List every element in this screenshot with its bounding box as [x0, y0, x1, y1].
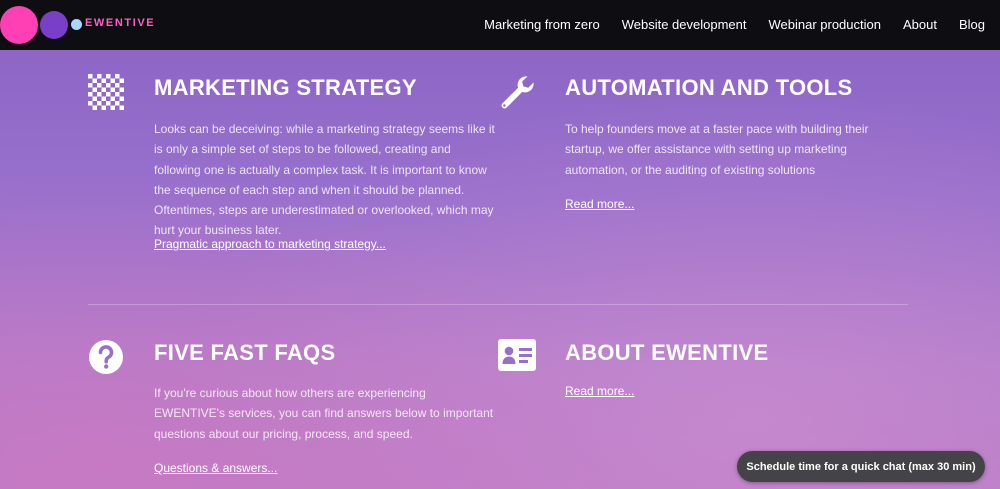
- main-nav: Marketing from zero Website development …: [462, 17, 985, 32]
- section-title-automation-tools: AUTOMATION AND TOOLS: [565, 75, 853, 100]
- section-title-marketing-strategy: MARKETING STRATEGY: [154, 75, 417, 100]
- nav-website-development[interactable]: Website development: [622, 17, 747, 32]
- id-card-icon: [498, 339, 536, 371]
- schedule-chat-button[interactable]: Schedule time for a quick chat (max 30 m…: [737, 451, 985, 482]
- site-header: EWENTIVE Marketing from zero Website dev…: [0, 0, 1000, 50]
- section-body-automation-tools: To help founders move at a faster pace w…: [565, 122, 869, 177]
- section-body-marketing-strategy: Looks can be deceiving: while a marketin…: [154, 122, 495, 238]
- nav-blog[interactable]: Blog: [959, 17, 985, 32]
- logo-pink-circle[interactable]: [0, 6, 38, 44]
- checkerboard-icon: [88, 74, 124, 110]
- section-divider: [88, 304, 908, 305]
- question-circle-icon: [89, 340, 123, 374]
- section-body-five-fast-faqs: If you're curious about how others are e…: [154, 386, 494, 441]
- wrench-icon: [501, 76, 534, 109]
- nav-about[interactable]: About: [903, 17, 937, 32]
- nav-marketing-from-zero[interactable]: Marketing from zero: [484, 17, 600, 32]
- logo-text[interactable]: EWENTIVE: [85, 17, 155, 29]
- section-title-about-ewentive: ABOUT EWENTIVE: [565, 340, 769, 365]
- logo-blue-dot[interactable]: [71, 19, 82, 30]
- link-automation-read-more[interactable]: Read more...: [565, 197, 634, 211]
- link-questions-answers[interactable]: Questions & answers...: [154, 461, 277, 475]
- link-marketing-strategy[interactable]: Pragmatic approach to marketing strategy…: [154, 237, 386, 251]
- nav-webinar-production[interactable]: Webinar production: [768, 17, 881, 32]
- section-title-five-fast-faqs: FIVE FAST FAQS: [154, 340, 336, 365]
- logo-purple-circle[interactable]: [40, 11, 68, 39]
- link-about-read-more[interactable]: Read more...: [565, 384, 634, 398]
